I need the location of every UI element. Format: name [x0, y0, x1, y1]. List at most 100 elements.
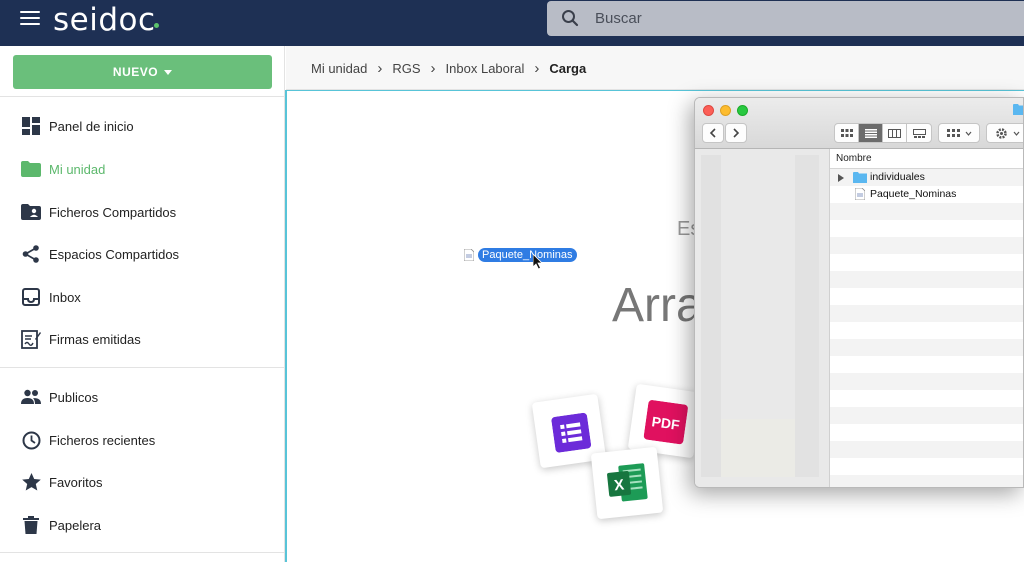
disclosure-triangle-icon[interactable] [838, 174, 844, 182]
drag-file-label: Paquete_Nominas [478, 248, 577, 262]
sidebar-item-label: Inbox [49, 289, 81, 305]
columns-icon [888, 128, 901, 138]
chevron-left-icon [709, 128, 716, 138]
empty-row [830, 254, 1023, 271]
maximize-window-button[interactable] [737, 105, 748, 116]
breadcrumb-item[interactable]: RGS [392, 61, 420, 76]
top-bar: seidoc [0, 0, 1024, 46]
pdf-file-card: PDF [627, 383, 703, 459]
finder-rows: individuales Paquete_Nominas [830, 169, 1023, 487]
file-icon [464, 249, 474, 261]
empty-row [830, 271, 1023, 288]
empty-row [830, 322, 1023, 339]
logo-dot [154, 23, 159, 28]
menu-icon[interactable] [20, 11, 40, 27]
star-icon [21, 472, 41, 492]
column-view-button[interactable] [883, 124, 907, 142]
grid-icon [840, 129, 853, 137]
sidebar-item-inbox[interactable]: Inbox [0, 277, 285, 317]
gear-icon [995, 127, 1007, 139]
action-menu-button[interactable] [986, 123, 1023, 143]
pdf-icon: PDF [643, 400, 688, 445]
list-view-button[interactable] [859, 124, 883, 142]
blurred-region [795, 155, 819, 477]
group-by-button[interactable] [938, 123, 980, 143]
chevron-right-icon [733, 128, 740, 138]
sidebar-item-publicos[interactable]: Publicos [0, 377, 285, 417]
minimize-window-button[interactable] [720, 105, 731, 116]
sidebar-item-label: Ficheros recientes [49, 432, 156, 448]
search-icon [562, 10, 579, 27]
excel-file-card: X [590, 446, 664, 520]
back-button[interactable] [702, 123, 724, 143]
drag-ghost: Paquete_Nominas [464, 248, 577, 262]
empty-row [830, 390, 1023, 407]
sidebar-item-ficheros-recientes[interactable]: Ficheros recientes [0, 420, 285, 460]
folder-icon [21, 159, 41, 179]
sidebar-item-favoritos[interactable]: Favoritos [0, 462, 285, 502]
empty-row [830, 407, 1023, 424]
breadcrumb-current: Carga [549, 61, 587, 76]
folder-title-icon [1013, 104, 1023, 115]
finder-window[interactable]: Nombre individuales Paquete_Nominas [694, 97, 1024, 488]
sidebar-item-label: Favoritos [49, 474, 103, 490]
shared-folder-icon [21, 202, 41, 222]
empty-row [830, 441, 1023, 458]
breadcrumb-item[interactable]: Inbox Laboral [446, 61, 525, 76]
file-icon [855, 188, 865, 200]
group-grid-icon [946, 128, 960, 137]
search-box[interactable] [547, 1, 1024, 36]
finder-toolbar [695, 98, 1023, 149]
gallery-icon [912, 128, 926, 138]
inbox-icon [21, 287, 41, 307]
search-input[interactable] [595, 1, 995, 36]
sidebar-item-label: Firmas emitidas [49, 331, 141, 347]
chevron-right-icon: › [534, 60, 540, 77]
list-item[interactable]: Paquete_Nominas [830, 186, 1023, 203]
sidebar-item-mi-unidad[interactable]: Mi unidad [0, 149, 285, 189]
view-mode-segmented[interactable] [834, 123, 932, 143]
dropzone-title: Arra [612, 279, 703, 332]
chevron-right-icon: › [377, 60, 383, 77]
list-item-label: individuales [870, 171, 925, 183]
name-column-header[interactable]: Nombre [830, 149, 1023, 169]
app-logo[interactable]: seidoc [53, 2, 156, 38]
sidebar: NUEVO Panel de inicio Mi unidad Ficheros… [0, 46, 285, 562]
sidebar-divider [0, 96, 285, 97]
blurred-region [701, 155, 721, 477]
empty-row [830, 356, 1023, 373]
empty-row [830, 305, 1023, 322]
empty-row [830, 458, 1023, 475]
chevron-right-icon: › [430, 60, 436, 77]
forward-button[interactable] [725, 123, 747, 143]
new-button[interactable]: NUEVO [13, 55, 272, 89]
sidebar-item-firmas-emitidas[interactable]: Firmas emitidas [0, 319, 285, 359]
list-item[interactable]: individuales [830, 169, 1023, 186]
dashboard-icon [21, 116, 41, 136]
gallery-view-button[interactable] [907, 124, 931, 142]
empty-row [830, 220, 1023, 237]
svg-text:X: X [613, 476, 625, 494]
form-doc-icon [551, 412, 592, 453]
sidebar-item-label: Mi unidad [49, 161, 106, 177]
breadcrumb-bar: Mi unidad › RGS › Inbox Laboral › Carga [286, 46, 1024, 90]
chevron-down-icon [965, 131, 971, 136]
blurred-region [721, 419, 795, 477]
icon-view-button[interactable] [835, 124, 859, 142]
chevron-down-icon [1013, 131, 1019, 136]
caret-down-icon [164, 69, 173, 75]
close-window-button[interactable] [703, 105, 714, 116]
sidebar-item-papelera[interactable]: Papelera [0, 505, 285, 545]
sidebar-item-panel-de-inicio[interactable]: Panel de inicio [0, 106, 285, 146]
people-icon [21, 387, 41, 407]
finder-sidebar [695, 149, 830, 487]
sidebar-item-label: Ficheros Compartidos [49, 204, 177, 220]
sidebar-item-label: Espacios Compartidos [49, 246, 180, 262]
breadcrumb-item[interactable]: Mi unidad [311, 61, 367, 76]
sidebar-divider [0, 367, 285, 368]
sidebar-item-espacios-compartidos[interactable]: Espacios Compartidos [0, 234, 285, 274]
sidebar-divider [0, 552, 285, 553]
sidebar-item-label: Panel de inicio [49, 118, 134, 134]
breadcrumb: Mi unidad › RGS › Inbox Laboral › Carga [311, 60, 586, 77]
sidebar-item-ficheros-compartidos[interactable]: Ficheros Compartidos [0, 192, 285, 232]
